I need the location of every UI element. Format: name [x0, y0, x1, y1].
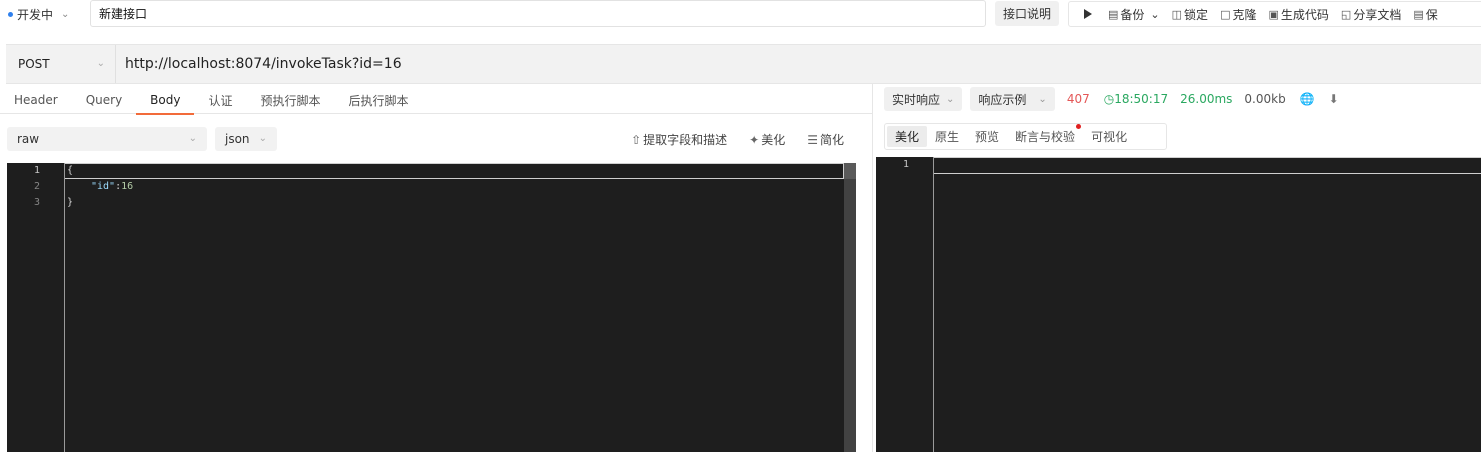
response-code-viewer[interactable]: 1: [876, 157, 1481, 452]
beautify-button[interactable]: ✦ 美化: [749, 131, 785, 148]
url-input[interactable]: http://localhost:8074/invokeTask?id=16: [125, 45, 402, 83]
generate-code-button[interactable]: ▣ 生成代码: [1268, 6, 1328, 23]
current-line-highlight: [934, 157, 1481, 174]
backup-label: 备份: [1120, 7, 1145, 22]
status-label: 开发中: [17, 7, 54, 22]
line-number: 3: [33, 197, 40, 208]
body-actions: ⇧ 提取字段和描述 ✦ 美化 ☰ 简化: [631, 127, 844, 151]
response-example-select[interactable]: 响应示例 ⌄: [970, 87, 1055, 111]
extract-fields-label: 提取字段和描述: [643, 132, 728, 147]
share-icon: ◱: [1340, 7, 1352, 21]
run-button[interactable]: [1083, 9, 1092, 19]
tab-header[interactable]: Header: [0, 86, 72, 114]
scrollbar-thumb[interactable]: [844, 163, 856, 179]
response-tabs: 美化 原生 预览 断言与校验 可视化: [884, 123, 1167, 150]
body-format-select[interactable]: json ⌄: [215, 127, 277, 151]
response-example-label: 响应示例: [978, 92, 1027, 107]
list-icon: ☰: [807, 132, 818, 147]
save-button[interactable]: ▤ 保: [1413, 6, 1437, 23]
lock-icon: ◫: [1171, 7, 1183, 21]
chevron-down-icon: ⌄: [61, 8, 70, 20]
notification-dot-icon: [1076, 124, 1082, 129]
api-doc-button[interactable]: 接口说明: [995, 1, 1059, 26]
share-doc-button[interactable]: ◱ 分享文档: [1341, 6, 1401, 23]
line-number: 2: [33, 181, 40, 192]
beautify-label: 美化: [761, 132, 786, 147]
tab-body[interactable]: Body: [136, 86, 195, 115]
body-code-editor[interactable]: 1 2 3 { "id":16 }: [7, 163, 856, 452]
upload-icon: ⇧: [631, 132, 642, 147]
simplify-label: 简化: [819, 132, 844, 147]
lock-label: 锁定: [1184, 7, 1209, 22]
clock-icon: ◷: [1103, 92, 1115, 106]
tab-beautify[interactable]: 美化: [887, 126, 928, 147]
tab-raw[interactable]: 原生: [927, 126, 967, 147]
chevron-down-icon: ⌄: [96, 58, 105, 69]
tab-visualize[interactable]: 可视化: [1083, 126, 1135, 147]
body-mode-label: raw: [17, 132, 40, 146]
code-icon: ▣: [1268, 7, 1279, 21]
share-doc-label: 分享文档: [1353, 7, 1402, 22]
clone-button[interactable]: □ 克隆: [1220, 6, 1256, 23]
magic-wand-icon: ✦: [749, 132, 760, 147]
body-controls: raw ⌄ json ⌄ ⇧ 提取字段和描述 ✦ 美化 ☰ 简化: [0, 115, 872, 161]
tab-preview[interactable]: 预览: [967, 126, 1007, 147]
tab-auth[interactable]: 认证: [194, 86, 246, 114]
request-tabs: Header Query Body 认证 预执行脚本 后执行脚本: [0, 86, 872, 115]
save-label: 保: [1425, 7, 1438, 22]
method-label: POST: [18, 57, 50, 71]
body-format-label: json: [225, 132, 250, 146]
code-area[interactable]: { "id":16 }: [65, 163, 844, 452]
backup-icon: ▤: [1108, 7, 1119, 21]
code-line: "id":16: [91, 181, 133, 192]
editor-scrollbar[interactable]: [844, 163, 856, 452]
simplify-button[interactable]: ☰ 简化: [807, 131, 844, 148]
chevron-down-icon: ⌄: [1038, 93, 1047, 105]
url-bar: POST ⌄ http://localhost:8074/invokeTask?…: [6, 44, 1481, 84]
play-icon: [1084, 9, 1092, 19]
clone-icon: □: [1220, 7, 1231, 21]
chevron-down-icon: ⌄: [946, 93, 955, 105]
panel-divider[interactable]: [872, 84, 873, 452]
method-select[interactable]: POST ⌄: [6, 45, 116, 83]
response-time: ◷18:50:17: [1103, 92, 1169, 106]
api-name-input[interactable]: 新建接口: [90, 0, 986, 27]
code-line: }: [67, 197, 74, 208]
status-select[interactable]: 开发中 ⌄: [8, 2, 90, 26]
current-line-highlight: [65, 163, 844, 179]
response-mode-select[interactable]: 实时响应 ⌄: [884, 87, 963, 111]
download-icon[interactable]: ⬇: [1329, 92, 1339, 106]
generate-code-label: 生成代码: [1280, 7, 1329, 22]
chevron-down-icon: ⌄: [258, 133, 267, 144]
response-duration: 26.00ms: [1180, 92, 1233, 106]
response-size: 0.00kb: [1244, 92, 1286, 106]
line-number: 1: [902, 159, 909, 170]
line-number-gutter: 1 2 3: [7, 163, 65, 452]
line-number-gutter: 1: [876, 157, 934, 452]
chevron-down-icon: ⌄: [1150, 7, 1160, 21]
save-icon: ▤: [1413, 7, 1424, 21]
status-dot-icon: [8, 11, 13, 17]
line-number: 1: [33, 165, 40, 176]
response-header: 实时响应 ⌄ 响应示例 ⌄ 407 ◷18:50:17 26.00ms 0.00…: [874, 84, 1481, 114]
code-line: {: [67, 165, 74, 176]
tab-post-script[interactable]: 后执行脚本: [335, 86, 423, 114]
extract-fields-button[interactable]: ⇧ 提取字段和描述: [631, 131, 727, 148]
response-mode-label: 实时响应: [892, 92, 941, 107]
globe-icon[interactable]: 🌐: [1300, 92, 1315, 106]
tab-pre-script[interactable]: 预执行脚本: [246, 86, 334, 114]
backup-button[interactable]: ▤ 备份 ⌄: [1108, 6, 1160, 23]
clone-label: 克隆: [1232, 7, 1257, 22]
status-code: 407: [1066, 92, 1090, 106]
body-mode-select[interactable]: raw ⌄: [7, 127, 207, 151]
json-value: 16: [121, 181, 134, 192]
tab-assertions[interactable]: 断言与校验: [1007, 124, 1083, 147]
chevron-down-icon: ⌄: [188, 133, 197, 144]
action-toolbar: ▤ 备份 ⌄ ◫ 锁定 □ 克隆 ▣ 生成代码 ◱ 分享文档 ▤ 保: [1068, 1, 1481, 27]
top-bar: 开发中 ⌄ 新建接口 接口说明 ▤ 备份 ⌄ ◫ 锁定 □ 克隆 ▣ 生成代码 …: [0, 0, 1481, 28]
json-key: "id": [91, 181, 116, 192]
lock-button[interactable]: ◫ 锁定: [1172, 6, 1208, 23]
tab-query[interactable]: Query: [72, 86, 136, 114]
